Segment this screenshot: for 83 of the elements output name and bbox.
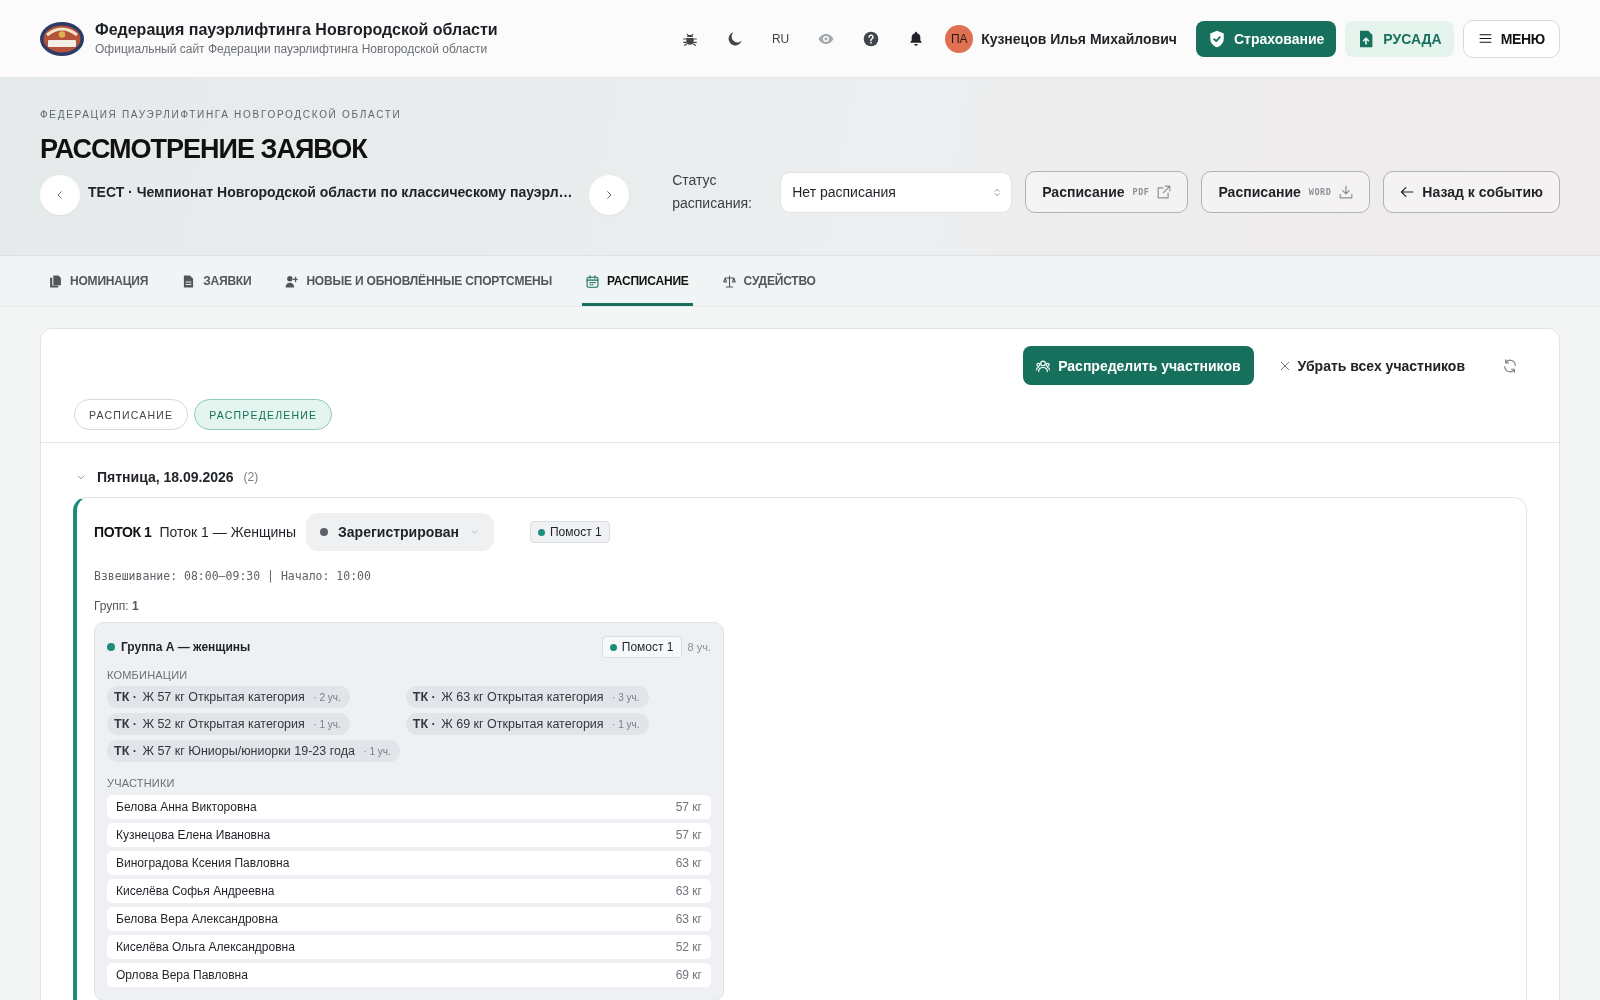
combination-tag: ТК · Ж 63 кг Открытая категория · 3 уч.	[405, 686, 649, 708]
bell-icon[interactable]	[908, 30, 925, 47]
chevron-left-icon	[56, 188, 64, 202]
participant-weight: 63 кг	[675, 856, 702, 870]
moon-icon[interactable]	[726, 30, 743, 47]
platform-dot-icon	[537, 528, 545, 536]
platform-name: Помост 1	[621, 640, 674, 654]
section-tab[interactable]: НОВЫЕ И ОБНОВЛЁННЫЕ СПОРТСМЕНЫ	[281, 256, 557, 306]
section-tab[interactable]: СУДЕЙСТВО	[718, 256, 820, 306]
participant-name: Белова Вера Александровна	[116, 912, 278, 926]
schedule-status-select[interactable]: Нет расписания	[780, 171, 1013, 213]
view-tab[interactable]: РАСПИСАНИЕ	[74, 399, 189, 430]
participant-weight: 52 кг	[675, 940, 702, 954]
menu-icon	[1477, 32, 1493, 45]
calendar-icon	[586, 274, 600, 288]
back-to-event-button[interactable]: Назад к событию	[1383, 171, 1560, 213]
file-icon	[182, 274, 196, 288]
participant-count: 8 уч.	[687, 641, 711, 653]
status-dot-icon	[320, 528, 329, 536]
scales-icon	[722, 274, 736, 288]
stream-code: ПОТОК 1	[94, 524, 152, 540]
download-icon	[1339, 185, 1354, 199]
status-dropdown[interactable]: Зарегистрирован	[306, 513, 494, 551]
platform-name: Помост 1	[549, 525, 602, 539]
menu-button[interactable]: МЕНЮ	[1462, 19, 1560, 58]
arrow-left-icon	[1400, 185, 1415, 199]
section-tab[interactable]: РАСПИСАНИЕ	[582, 256, 693, 306]
participant-name: Киселёва Ольга Александровна	[116, 940, 295, 954]
section-label: УЧАСТНИКИ	[107, 777, 175, 789]
schedule-status-label: Статус расписания:	[672, 171, 753, 213]
shield-check-icon	[1207, 29, 1226, 48]
event-title: ТЕСТ · Чемпионат Новгородской области по классическому пауэрл…	[88, 184, 573, 200]
chevron-down-icon[interactable]	[75, 473, 87, 481]
rusada-button[interactable]: РУСАДА	[1345, 20, 1454, 57]
external-link-icon	[1157, 185, 1172, 199]
breadcrumb-caption: ФЕДЕРАЦИЯ ПАУЭРЛИФТИНГА НОВГОРОДСКОЙ ОБЛАСТИ	[40, 109, 402, 121]
updown-chevron-icon	[993, 186, 1002, 198]
close-icon	[1279, 360, 1290, 371]
site-subtitle: Официальный сайт Федерации пауэрлифтинга Новгородской области	[95, 42, 488, 56]
participant-weight: 69 кг	[675, 968, 702, 982]
schedule-word-button[interactable]: Расписание WORD	[1201, 171, 1371, 213]
site-title: Федерация пауэрлифтинга Новгородской области	[95, 21, 498, 39]
day-count: (2)	[243, 470, 259, 484]
section-label: КОМБИНАЦИИ	[107, 669, 188, 681]
combination-tag: ТК · Ж 69 кг Открытая категория · 1 уч.	[405, 713, 649, 735]
day-title: Пятница, 18.09.2026	[97, 469, 234, 485]
chevron-right-icon	[604, 188, 613, 202]
distribute-participants-button[interactable]: Распределить участников	[1023, 346, 1254, 385]
participant-name: Белова Анна Викторовна	[116, 800, 257, 814]
user-plus-icon	[285, 274, 299, 288]
participant-name: Киселёва Софья Андреевна	[116, 884, 275, 898]
participant-weight: 57 кг	[675, 828, 702, 842]
platform-dot-icon	[609, 643, 617, 651]
language-code[interactable]: RU	[771, 31, 790, 46]
refresh-icon[interactable]	[1503, 358, 1517, 373]
participant-weight: 63 кг	[675, 912, 702, 926]
remove-all-participants-button[interactable]: Убрать всех участников	[1273, 357, 1471, 374]
participant-weight: 63 кг	[675, 884, 702, 898]
user-name[interactable]: Кузнецов Илья Михайлович	[981, 30, 1177, 47]
participant-weight: 57 кг	[675, 800, 702, 814]
emblem-icon[interactable]	[40, 21, 84, 56]
participant-name: Кузнецова Елена Ивановна	[116, 828, 271, 842]
people-icon	[1036, 358, 1051, 373]
participant-name: Виноградова Ксения Павловна	[116, 856, 290, 870]
stream-name: Поток 1 — Женщины	[159, 524, 297, 540]
groups-count: Групп: 1	[94, 599, 139, 613]
group-dot-icon	[107, 643, 115, 651]
user-avatar[interactable]: ПА	[945, 24, 974, 53]
participant-name: Орлова Вера Павловна	[116, 968, 248, 982]
section-tab[interactable]: ЗАЯВКИ	[178, 256, 256, 306]
chevron-down-icon	[468, 529, 480, 535]
insurance-button[interactable]: Страхование	[1195, 20, 1337, 57]
combination-tag: ТК · Ж 52 кг Открытая категория · 1 уч.	[107, 713, 350, 735]
schedule-pdf-button[interactable]: Расписание PDF	[1025, 171, 1189, 213]
page-title: РАССМОТРЕНИЕ ЗАЯВОК	[40, 133, 367, 166]
stream-timing: Взвешивание: 08:00–09:30 | Начало: 10:00	[94, 569, 371, 583]
documents-icon	[49, 274, 62, 288]
combination-tag: ТК · Ж 57 кг Юниоры/юниорки 19-23 года · 1 уч.	[107, 740, 400, 762]
combination-tag: ТК · Ж 57 кг Открытая категория · 2 уч.	[107, 686, 350, 708]
help-icon[interactable]	[863, 30, 880, 47]
view-tab[interactable]: РАСПРЕДЕЛЕНИЕ	[194, 399, 333, 430]
group-name: Группа А — женщины	[121, 640, 251, 654]
section-tab[interactable]: НОМИНАЦИЯ	[45, 256, 153, 306]
